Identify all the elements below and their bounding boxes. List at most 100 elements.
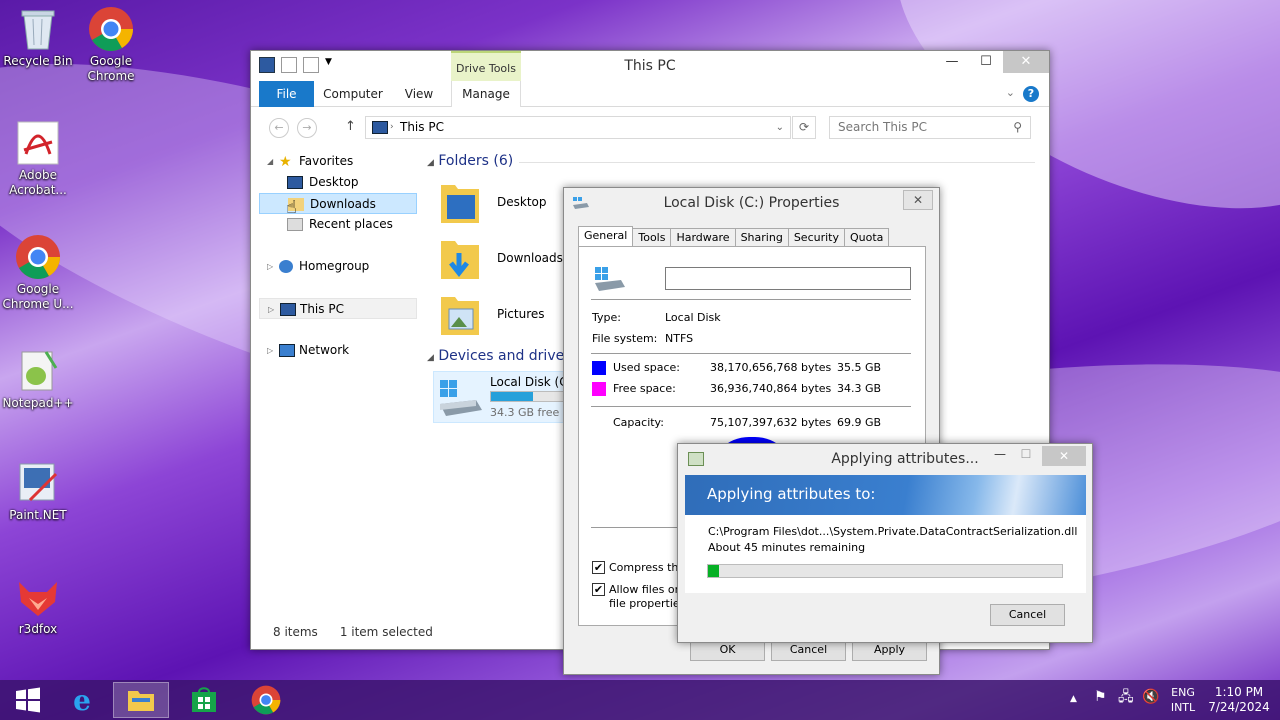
- chrome-icon: [88, 6, 134, 52]
- nav-network[interactable]: ▷ Network: [259, 340, 417, 361]
- tab-security[interactable]: Security: [787, 228, 845, 247]
- back-button[interactable]: ←: [269, 118, 289, 138]
- network-icon[interactable]: 🖧: [1118, 690, 1134, 705]
- refresh-button[interactable]: ⟳: [792, 116, 816, 139]
- applying-titlebar[interactable]: Applying attributes... — ☐ ✕: [678, 444, 1092, 474]
- compress-checkbox[interactable]: ✔: [592, 561, 605, 574]
- taskbar-chrome[interactable]: [238, 682, 294, 718]
- network-icon: [279, 344, 295, 357]
- search-placeholder: Search This PC: [838, 120, 927, 134]
- free-space-label: Free space:: [613, 382, 676, 395]
- folders-section-header[interactable]: ◢ Folders (6): [427, 153, 513, 169]
- window-title: This PC: [624, 58, 676, 74]
- minimize-button[interactable]: —: [935, 51, 969, 73]
- computer-icon: [372, 121, 388, 134]
- minimize-button[interactable]: —: [988, 447, 1012, 461]
- recent-places-icon: [287, 218, 303, 231]
- tab-tools[interactable]: Tools: [632, 228, 672, 247]
- desktop-icon-adobe-acrobat[interactable]: Adobe Acrobat...: [0, 120, 76, 198]
- close-button[interactable]: ✕: [1042, 446, 1086, 466]
- chevron-down-icon[interactable]: ⌄: [776, 117, 784, 138]
- nav-favorites[interactable]: ◢ ★ Favorites: [259, 151, 417, 172]
- folder-desktop[interactable]: Desktop: [439, 179, 569, 231]
- tab-manage[interactable]: Manage: [451, 81, 521, 107]
- action-center-flag-icon[interactable]: ⚑: [1094, 690, 1107, 705]
- nav-downloads[interactable]: Downloads: [259, 193, 417, 214]
- nav-this-pc[interactable]: ▷ This PC: [259, 298, 417, 319]
- applying-path: C:\Program Files\dot...\System.Private.D…: [708, 525, 1078, 538]
- up-arrow-icon[interactable]: ↑: [345, 119, 356, 134]
- forward-button[interactable]: →: [297, 118, 317, 138]
- downloads-folder-icon: [441, 241, 479, 279]
- expand-arrow-icon[interactable]: ▷: [268, 299, 274, 320]
- tab-general[interactable]: General: [578, 226, 634, 247]
- used-space-bytes: 38,170,656,768 bytes: [710, 361, 832, 374]
- desktop-icon-label: Paint.NET: [9, 508, 67, 522]
- close-button[interactable]: ✕: [903, 190, 933, 210]
- maximize-button[interactable]: ☐: [969, 51, 1003, 73]
- volume-label-input[interactable]: [665, 267, 911, 290]
- folder-pictures[interactable]: Pictures: [439, 291, 569, 343]
- properties-title: Local Disk (C:) Properties: [663, 195, 840, 211]
- ribbon-tabs: File Computer View Manage ⌄ ?: [251, 81, 1049, 107]
- pictures-folder-icon: [441, 297, 479, 335]
- applying-body: C:\Program Files\dot...\System.Private.D…: [685, 515, 1086, 637]
- properties-titlebar[interactable]: Local Disk (C:) Properties ✕: [564, 188, 939, 218]
- clock[interactable]: 1:10 PM 7/24/2024: [1204, 685, 1274, 715]
- computer-icon: [280, 303, 296, 316]
- nav-desktop[interactable]: Desktop: [259, 172, 417, 193]
- expand-arrow-icon[interactable]: ◢: [267, 151, 273, 172]
- show-hidden-icons-button[interactable]: ▲: [1070, 692, 1077, 707]
- drive-free-text: 34.3 GB free of: [490, 406, 574, 419]
- devices-section-header[interactable]: ◢ Devices and drives: [427, 348, 572, 364]
- help-icon[interactable]: ?: [1023, 86, 1039, 102]
- hard-drive-icon: [440, 380, 482, 416]
- nav-recent-places[interactable]: Recent places: [259, 214, 417, 235]
- address-bar[interactable]: › This PC ⌄: [365, 116, 791, 139]
- index-checkbox[interactable]: ✔: [592, 583, 605, 596]
- taskbar-internet-explorer[interactable]: e: [54, 682, 110, 718]
- tab-quota[interactable]: Quota: [843, 228, 890, 247]
- tab-sharing[interactable]: Sharing: [734, 228, 789, 247]
- nav-homegroup[interactable]: ▷ Homegroup: [259, 256, 417, 277]
- tab-file[interactable]: File: [259, 81, 314, 107]
- file-explorer-icon: [128, 691, 154, 711]
- taskbar-store[interactable]: [176, 682, 232, 718]
- taskbar-file-explorer[interactable]: [113, 682, 169, 718]
- desktop-icon-r3dfox[interactable]: r3dfox: [0, 574, 76, 637]
- tab-view[interactable]: View: [391, 81, 447, 107]
- type-label: Type:: [592, 311, 621, 324]
- input-language[interactable]: ENG INTL: [1166, 685, 1200, 715]
- divider: [591, 299, 911, 300]
- expand-arrow-icon[interactable]: ▷: [267, 340, 273, 361]
- paint-net-icon: [15, 460, 61, 506]
- chevron-down-icon[interactable]: ⌄: [1006, 86, 1015, 99]
- clock-time: 1:10 PM: [1214, 685, 1264, 699]
- file-system-value: NTFS: [665, 332, 694, 345]
- drive-local-disk-c[interactable]: Local Disk (C:) 34.3 GB free of: [433, 371, 576, 423]
- close-button[interactable]: ✕: [1003, 51, 1049, 73]
- tab-computer[interactable]: Computer: [321, 81, 385, 107]
- free-space-swatch: [592, 382, 606, 396]
- start-button[interactable]: [0, 682, 56, 718]
- collapse-arrow-icon: ◢: [427, 158, 434, 168]
- star-icon: ★: [279, 154, 292, 170]
- desktop-icon-recycle-bin[interactable]: Recycle Bin: [0, 6, 76, 69]
- maximize-button[interactable]: ☐: [1014, 447, 1038, 461]
- desktop-icon-paint-net[interactable]: Paint.NET: [0, 460, 76, 523]
- volume-muted-icon[interactable]: 🔇: [1142, 690, 1159, 705]
- tab-hardware[interactable]: Hardware: [670, 228, 736, 247]
- desktop-folder-icon: [441, 185, 479, 223]
- progress-bar: [707, 564, 1063, 578]
- desktop-icon-google-chrome-update[interactable]: Google Chrome U...: [0, 234, 76, 312]
- desktop-icon-google-chrome[interactable]: Google Chrome: [73, 6, 149, 84]
- cancel-button[interactable]: Cancel: [990, 604, 1065, 626]
- chrome-icon: [251, 685, 281, 715]
- explorer-titlebar[interactable]: ▼ Drive Tools This PC — ☐ ✕: [251, 51, 1049, 81]
- folder-downloads[interactable]: Downloads: [439, 235, 569, 287]
- expand-arrow-icon[interactable]: ▷: [267, 256, 273, 277]
- applying-footer: Cancel: [685, 593, 1086, 637]
- search-input[interactable]: Search This PC ⚲: [829, 116, 1031, 139]
- desktop-icon-label: Google Chrome: [87, 54, 135, 83]
- desktop-icon-notepad-plus-plus[interactable]: Notepad++: [0, 348, 76, 411]
